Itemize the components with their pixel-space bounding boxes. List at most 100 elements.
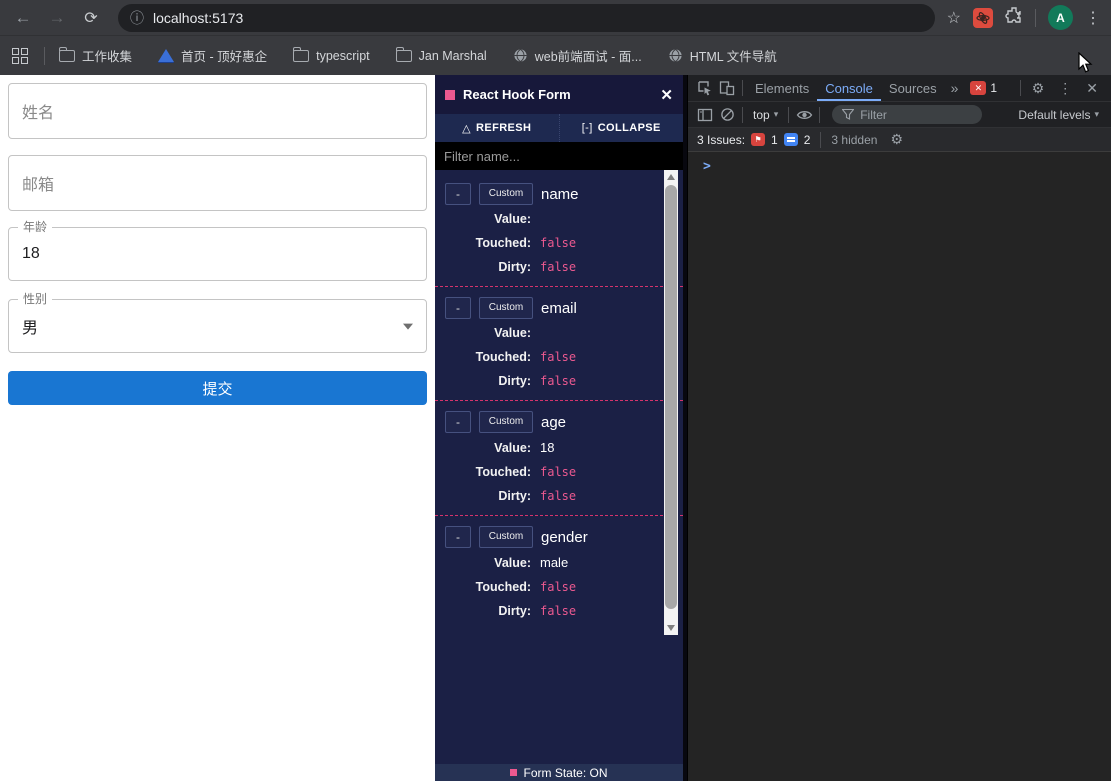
apps-grid-icon[interactable]	[12, 47, 28, 64]
custom-badge[interactable]: Custom	[479, 526, 533, 548]
rhf-entry-age: - Custom age Value: 18 Touched: false Dirt…	[435, 411, 683, 516]
context-selector[interactable]: top ▾	[747, 108, 784, 122]
rhf-entry-name: - Custom name Value: Touched: false Dirty…	[435, 183, 683, 287]
bookmark-label: typescript	[316, 48, 370, 63]
dirty-label: Dirty:	[498, 604, 531, 618]
rhf-scrollbar[interactable]	[664, 170, 678, 635]
profile-avatar[interactable]: A	[1048, 5, 1073, 30]
touched-value: false	[540, 236, 577, 250]
rhf-form-state-bar: Form State: ON	[435, 764, 683, 781]
name-field-label: 姓名	[22, 105, 55, 122]
bookmark-item[interactable]: 首页 - 顶好惠企	[158, 46, 267, 65]
dirty-label: Dirty:	[498, 489, 531, 503]
bookmark-item[interactable]: Jan Marshal	[395, 46, 487, 63]
console-prompt-chevron[interactable]: >	[688, 152, 1111, 174]
mouse-cursor	[1078, 52, 1093, 73]
react-devtools-extension-icon[interactable]	[973, 7, 993, 28]
bookmarks-divider	[44, 46, 45, 65]
field-name: email	[541, 299, 577, 317]
gender-select[interactable]: 性别 男	[8, 292, 427, 353]
console-log-area[interactable]: >	[688, 152, 1111, 781]
issue-warning-count: 2	[803, 132, 811, 147]
collapse-entry-button[interactable]: -	[445, 183, 471, 205]
tab-sources[interactable]: Sources	[881, 75, 945, 101]
collapse-entry-button[interactable]: -	[445, 297, 471, 319]
tab-elements[interactable]: Elements	[747, 75, 817, 101]
touched-value: false	[540, 465, 577, 479]
email-field[interactable]: 邮箱	[8, 155, 427, 211]
scroll-down-arrow-icon[interactable]	[664, 621, 678, 635]
extensions-puzzle-icon[interactable]	[1005, 6, 1023, 29]
age-field-label: 年龄	[18, 220, 53, 234]
scroll-up-arrow-icon[interactable]	[664, 170, 678, 184]
console-toolbar: top ▾ Filter Default levels ▾	[688, 102, 1111, 128]
entry-separator	[435, 400, 683, 401]
live-expression-eye-icon[interactable]	[793, 102, 815, 127]
bookmark-star-icon[interactable]: ☆	[947, 8, 961, 28]
bookmark-label: web前端面试 - 面...	[534, 50, 642, 64]
issue-error-flag-icon: ⚑	[751, 133, 766, 146]
inspect-element-icon[interactable]	[694, 75, 716, 101]
custom-badge[interactable]: Custom	[479, 183, 533, 205]
bookmark-label: 首页 - 顶好惠企	[181, 50, 268, 64]
devtools-settings-icon[interactable]: ⚙	[1025, 80, 1052, 97]
rhf-logo-icon	[445, 89, 455, 100]
custom-badge[interactable]: Custom	[479, 297, 533, 319]
devtools-panel: Elements Console Sources » ✕ 1 ⚙ ⋮ ✕ top…	[687, 75, 1111, 781]
forward-icon[interactable]: →	[44, 5, 70, 31]
bookmark-item[interactable]: HTML 文件导航	[668, 46, 777, 65]
scrollbar-thumb[interactable]	[665, 185, 677, 609]
collapse-entry-button[interactable]: -	[445, 526, 471, 548]
bookmark-item[interactable]: web前端面试 - 面...	[513, 46, 642, 65]
tabbar-divider	[1019, 80, 1021, 96]
url-bar[interactable]: ⓘ localhost:5173	[118, 3, 935, 32]
site-info-icon[interactable]: ⓘ	[130, 8, 144, 28]
rhf-close-icon[interactable]: ✕	[660, 86, 673, 104]
reload-icon[interactable]: ⟳	[78, 5, 104, 31]
more-tabs-icon[interactable]: »	[945, 80, 965, 96]
touched-label: Touched:	[475, 580, 531, 594]
collapse-entry-button[interactable]: -	[445, 411, 471, 433]
browser-menu-icon[interactable]: ⋮	[1085, 8, 1101, 28]
touched-label: Touched:	[475, 236, 531, 250]
bookmark-item[interactable]: 工作收集	[59, 46, 132, 65]
age-field-value: 18	[22, 245, 40, 262]
custom-badge[interactable]: Custom	[479, 411, 533, 433]
rhf-field-list: - Custom name Value: Touched: false Dirty…	[435, 170, 683, 635]
issues-bar[interactable]: 3 Issues: ⚑ 1 2 3 hidden ⚙	[688, 128, 1111, 152]
globe-icon	[514, 49, 527, 63]
error-badge-icon[interactable]: ✕	[970, 81, 987, 95]
rhf-collapse-button[interactable]: [-] COLLAPSE	[559, 114, 683, 142]
issues-settings-icon[interactable]: ⚙	[883, 131, 910, 148]
bookmark-label: 工作收集	[82, 50, 133, 64]
chevron-down-icon: ▾	[1094, 109, 1099, 119]
console-sidebar-icon[interactable]	[694, 102, 716, 127]
devtools-tab-bar: Elements Console Sources » ✕ 1 ⚙ ⋮ ✕	[688, 75, 1111, 102]
age-field[interactable]: 年龄 18	[8, 220, 427, 281]
name-field[interactable]: 姓名	[8, 83, 427, 139]
folder-icon	[395, 46, 412, 62]
back-icon[interactable]: ←	[10, 5, 36, 31]
bookmark-label: HTML 文件导航	[689, 50, 777, 64]
funnel-icon	[842, 109, 855, 120]
field-name: age	[541, 413, 567, 431]
devtools-close-icon[interactable]: ✕	[1079, 80, 1105, 97]
value-label: Value:	[494, 556, 531, 570]
url-text[interactable]: localhost:5173	[153, 10, 243, 26]
tab-console[interactable]: Console	[817, 75, 881, 101]
device-toolbar-icon[interactable]	[716, 75, 738, 101]
clear-console-icon[interactable]	[716, 102, 738, 127]
bookmark-item[interactable]: typescript	[293, 46, 370, 63]
rhf-refresh-button[interactable]: △ REFRESH	[435, 114, 560, 142]
value-label: Value:	[494, 326, 531, 340]
gender-select-value: 男	[22, 320, 39, 337]
entry-separator	[435, 286, 683, 287]
log-levels-selector[interactable]: Default levels ▾	[1012, 108, 1105, 122]
devtools-menu-icon[interactable]: ⋮	[1051, 80, 1079, 97]
submit-button[interactable]: 提交	[8, 371, 427, 405]
tabbar-divider	[742, 80, 743, 96]
dirty-value: false	[540, 374, 577, 388]
rhf-filter-input[interactable]	[435, 142, 683, 170]
browser-window: ← → ⟳ ⓘ localhost:5173 ☆ A ⋮ 工作收集 首页 - 顶…	[0, 0, 1111, 782]
console-filter-input[interactable]: Filter	[832, 105, 983, 124]
